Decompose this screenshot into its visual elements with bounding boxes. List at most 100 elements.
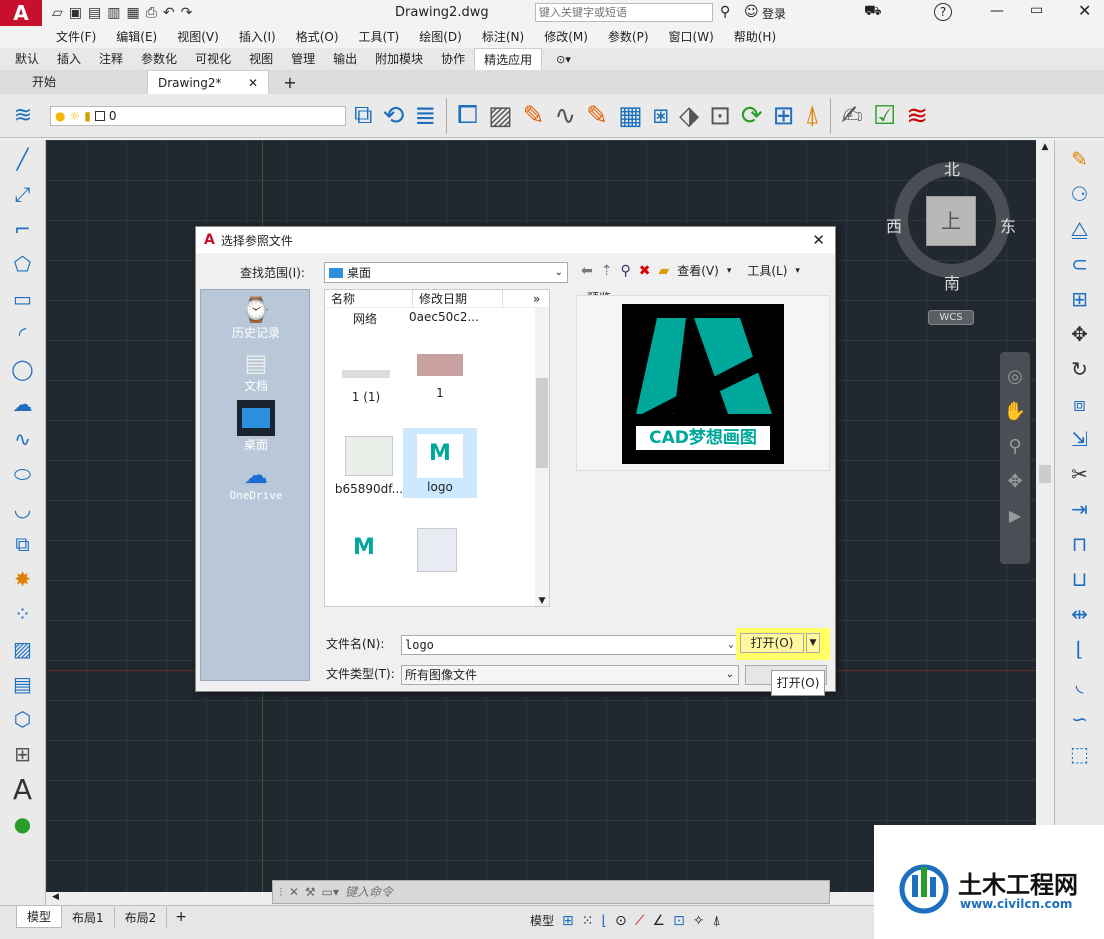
scroll-thumb-v[interactable]: [1039, 465, 1051, 483]
undo-icon[interactable]: ↶: [163, 5, 175, 21]
viewcube-south[interactable]: 南: [944, 270, 960, 294]
menu-item-0[interactable]: 文件(F): [46, 26, 106, 48]
trim-icon[interactable]: ✂: [1064, 458, 1096, 490]
join-icon[interactable]: ⇹: [1064, 598, 1096, 630]
ribbon-tab-10[interactable]: 精选应用: [474, 48, 543, 70]
chamfer-icon[interactable]: ⌊: [1064, 633, 1096, 665]
ellipse-icon[interactable]: ⬭: [7, 458, 39, 490]
move-icon[interactable]: ✥: [1064, 318, 1096, 350]
import-icon[interactable]: ▦: [126, 5, 139, 21]
file-item-1[interactable]: 1: [409, 354, 471, 400]
autocad-logo-icon[interactable]: A: [0, 0, 42, 26]
tab-layout1[interactable]: 布局1: [62, 906, 115, 928]
cmd-wrench-icon[interactable]: ⚒: [305, 885, 316, 899]
osnap-tracking-icon[interactable]: ⟋: [635, 913, 645, 929]
search-web-icon[interactable]: ⚲: [620, 263, 630, 279]
polar-icon[interactable]: ⊙: [615, 913, 627, 929]
table-draw-icon[interactable]: ⊞: [7, 738, 39, 770]
menu-item-5[interactable]: 工具(T): [349, 26, 410, 48]
annotation-icon[interactable]: ✧: [693, 913, 705, 929]
tools-chevron-icon[interactable]: ▾: [795, 266, 800, 276]
add-layout-button[interactable]: +: [167, 909, 195, 925]
place-documents[interactable]: ▤ 文档: [201, 349, 311, 394]
layer-states-icon[interactable]: ≣: [414, 101, 436, 131]
stretch-icon[interactable]: ⇲: [1064, 423, 1096, 455]
file-item-doc[interactable]: [417, 528, 457, 572]
brush-icon[interactable]: ⍋: [804, 100, 820, 131]
make-block-icon[interactable]: ✸: [7, 563, 39, 595]
print-icon[interactable]: ⎙: [146, 5, 157, 21]
polyline-icon[interactable]: ⌐: [7, 213, 39, 245]
help-icon[interactable]: ?: [934, 3, 952, 21]
menu-item-11[interactable]: 帮助(H): [724, 26, 786, 48]
notes-icon[interactable]: ✍: [841, 101, 863, 131]
layer-previous-icon[interactable]: ⟲: [383, 101, 405, 131]
menu-item-8[interactable]: 修改(M): [534, 26, 598, 48]
tag-icon[interactable]: ⬗: [679, 101, 699, 131]
cmd-grip-icon[interactable]: ⁝: [279, 885, 283, 899]
pencil-icon[interactable]: ✎: [523, 101, 545, 131]
text-icon[interactable]: A: [7, 773, 39, 806]
menu-item-2[interactable]: 视图(V): [167, 26, 229, 48]
scroll-up-icon[interactable]: ▲: [1036, 142, 1054, 152]
file-item-b65890df[interactable]: b65890df...: [329, 436, 409, 496]
ribbon-tab-6[interactable]: 管理: [282, 48, 324, 70]
close-icon[interactable]: ✕: [1078, 1, 1091, 20]
fillet-icon[interactable]: ◟: [1064, 668, 1096, 700]
hatch-icon[interactable]: ▨: [488, 101, 513, 131]
column-name[interactable]: 名称: [325, 290, 413, 307]
tab-layout2[interactable]: 布局2: [115, 906, 168, 928]
ribbon-tab-8[interactable]: 附加模块: [366, 48, 432, 70]
place-history[interactable]: ⌚ 历史记录: [201, 296, 311, 341]
array-icon[interactable]: ⊞: [1064, 283, 1096, 315]
model-space-button[interactable]: 模型: [530, 912, 554, 929]
dialog-close-icon[interactable]: ✕: [812, 231, 825, 249]
filename-input[interactable]: logo ⌄: [401, 635, 739, 655]
ribbon-tab-2[interactable]: 注释: [90, 48, 132, 70]
circle-icon[interactable]: ◯: [7, 353, 39, 385]
wcs-button[interactable]: WCS: [928, 310, 974, 325]
open-dropdown-icon[interactable]: ▼: [806, 633, 820, 653]
view-menu[interactable]: 查看(V): [677, 262, 719, 279]
zoom-icon[interactable]: ⚲: [1000, 436, 1030, 457]
menu-item-3[interactable]: 插入(I): [229, 26, 286, 48]
ribbon-tab-1[interactable]: 插入: [48, 48, 90, 70]
measure-icon[interactable]: ⊡: [709, 101, 731, 131]
grid-icon[interactable]: ⊞: [562, 913, 574, 929]
offset-icon[interactable]: ⊂: [1064, 248, 1096, 280]
maximize-icon[interactable]: ▭: [1030, 2, 1043, 18]
file-item-logo[interactable]: M logo: [403, 428, 477, 498]
line-icon[interactable]: ╱: [7, 143, 39, 175]
snap-icon[interactable]: ⁙: [582, 913, 594, 929]
pan-icon[interactable]: ✋: [1000, 401, 1030, 422]
insert-block-icon[interactable]: ⧉: [7, 528, 39, 560]
viewcube-north[interactable]: 北: [944, 156, 960, 180]
steering-wheel-icon[interactable]: ◎: [1000, 366, 1030, 387]
delete-icon[interactable]: ✖: [639, 263, 651, 279]
explode-icon[interactable]: ⬚: [1064, 738, 1096, 770]
region-icon[interactable]: ⬡: [7, 703, 39, 735]
mirror-icon[interactable]: ⧋: [1064, 213, 1096, 245]
file-item-logo2[interactable]: M: [341, 528, 387, 572]
showmotion-icon[interactable]: ▶: [1000, 506, 1030, 525]
place-onedrive[interactable]: ☁ OneDrive: [201, 461, 311, 502]
tools-menu[interactable]: 工具(L): [747, 262, 787, 279]
lookin-dropdown[interactable]: 桌面 ⌄: [324, 262, 568, 283]
viewcube-west[interactable]: 西: [886, 213, 902, 237]
revcloud-icon[interactable]: ☁: [7, 388, 39, 420]
rectangle-icon[interactable]: ▭: [7, 283, 39, 315]
grid-select-icon[interactable]: ▦: [618, 101, 643, 131]
point-icon[interactable]: ⁘: [7, 598, 39, 630]
minimize-icon[interactable]: —: [990, 3, 1004, 19]
break-icon[interactable]: ⊔: [1064, 563, 1096, 595]
filename-chevron-icon[interactable]: ⌄: [728, 636, 734, 654]
erase-icon[interactable]: ✎: [1064, 143, 1096, 175]
redo-icon[interactable]: ↷: [181, 5, 193, 21]
ribbon-tab-0[interactable]: 默认: [6, 48, 48, 70]
saveas-icon[interactable]: ▤: [88, 5, 101, 21]
add-selected-icon[interactable]: ●: [7, 808, 39, 840]
up-folder-icon[interactable]: ⇡: [601, 263, 613, 279]
place-desktop[interactable]: 桌面: [201, 400, 311, 453]
layer-match-icon[interactable]: ⧉: [354, 100, 373, 131]
tab-start[interactable]: 开始: [22, 70, 147, 94]
